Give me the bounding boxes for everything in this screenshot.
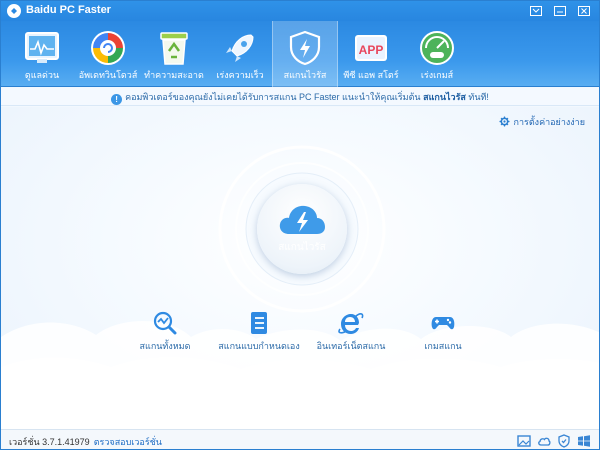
scan-panel: การตั้งค่าอย่างง่าย สแกนไวรัส สแกนทั้งหม…: [1, 107, 599, 429]
windows-icon[interactable]: [577, 434, 591, 448]
minimize-button[interactable]: [549, 3, 571, 19]
monitor-icon: [25, 32, 59, 63]
game-speed-icon: [420, 31, 454, 65]
rocket-icon: [226, 34, 254, 62]
list-icon: [251, 312, 267, 334]
info-icon: !: [111, 94, 123, 105]
app-logo-icon: [7, 4, 21, 18]
tool-windows-update[interactable]: อัพเดทวินโดวส์: [75, 21, 141, 87]
notice-suffix: ทันที!: [465, 92, 489, 102]
app-window: Baidu PC Faster ดูแลด่วน อัพเดทวินโดวส์ …: [0, 0, 600, 450]
tool-game-boost[interactable]: เร่งเกมส์: [404, 21, 470, 87]
scan-options: สแกนทั้งหมด สแกนแบบกำหนดเอง อินเทอร์เน็ต…: [1, 311, 599, 361]
tool-label: เร่งเกมส์: [420, 70, 454, 80]
update-icon: [91, 31, 125, 65]
minimize-icon: [554, 6, 566, 16]
window-controls: [525, 3, 595, 19]
version-info: เวอร์ชั่น 3.7.1.41979 ตรวจสอบเวอร์ชั่น: [9, 435, 162, 449]
shield-icon: [289, 30, 321, 66]
recycle-bin-icon: [160, 32, 188, 65]
close-icon: [578, 6, 590, 16]
app-title: Baidu PC Faster: [26, 4, 111, 16]
chart-search-icon: [153, 311, 177, 335]
notice-scan-link[interactable]: สแกนไวรัส: [423, 92, 466, 102]
game-scan-button[interactable]: เกมสแกน: [393, 311, 493, 353]
internet-explorer-icon: [338, 313, 364, 334]
full-scan-button[interactable]: สแกนทั้งหมด: [115, 311, 215, 353]
tool-cleanup[interactable]: ทำความสะอาด: [141, 21, 207, 87]
action-label: เกมสแกน: [424, 341, 462, 351]
status-icons: [517, 434, 591, 448]
settings-label: การตั้งค่าอย่างง่าย: [513, 117, 586, 127]
main-toolbar: ดูแลด่วน อัพเดทวินโดวส์ ทำความสะอาด เร่ง…: [1, 21, 599, 87]
tool-quick-care[interactable]: ดูแลด่วน: [9, 21, 75, 87]
gear-icon: [499, 116, 509, 127]
notice-bar: ! คอมพิวเตอร์ของคุณยังไม่เคยได้รับการสแกน…: [1, 88, 599, 106]
custom-scan-button[interactable]: สแกนแบบกำหนดเอง: [209, 311, 309, 353]
svg-text:APP: APP: [359, 43, 384, 57]
close-button[interactable]: [573, 3, 595, 19]
app-store-icon: APP: [355, 35, 387, 61]
action-label: อินเทอร์เน็ตสแกน: [316, 341, 386, 351]
shield-status-icon[interactable]: [557, 434, 571, 448]
menu-button[interactable]: [525, 3, 547, 19]
image-icon[interactable]: [517, 434, 531, 448]
title-bar: Baidu PC Faster: [1, 1, 599, 21]
gamepad-icon: [431, 317, 455, 330]
internet-scan-button[interactable]: อินเทอร์เน็ตสแกน: [301, 311, 401, 353]
menu-icon: [530, 6, 542, 16]
version-label: เวอร์ชั่น 3.7.1.41979: [9, 437, 90, 447]
tool-speed-up[interactable]: เร่งความเร็ว: [207, 21, 273, 87]
virus-scan-button[interactable]: สแกนไวรัส: [257, 184, 347, 274]
tool-app-store[interactable]: APP พีซี แอพ สโตร์: [338, 21, 404, 87]
notice-text: คอมพิวเตอร์ของคุณยังไม่เคยได้รับการสแกน …: [125, 92, 421, 102]
scan-button-label: สแกนไวรัส: [278, 242, 326, 253]
cloud-bolt-icon: [279, 205, 325, 234]
simple-settings-link[interactable]: การตั้งค่าอย่างง่าย: [499, 115, 586, 129]
action-label: สแกนทั้งหมด: [139, 341, 191, 351]
status-bar: เวอร์ชั่น 3.7.1.41979 ตรวจสอบเวอร์ชั่น: [1, 429, 599, 449]
check-version-link[interactable]: ตรวจสอบเวอร์ชั่น: [94, 437, 162, 447]
cloud-icon[interactable]: [537, 434, 551, 448]
tool-virus-scan[interactable]: สแกนไวรัส: [272, 21, 338, 87]
action-label: สแกนแบบกำหนดเอง: [218, 341, 300, 351]
